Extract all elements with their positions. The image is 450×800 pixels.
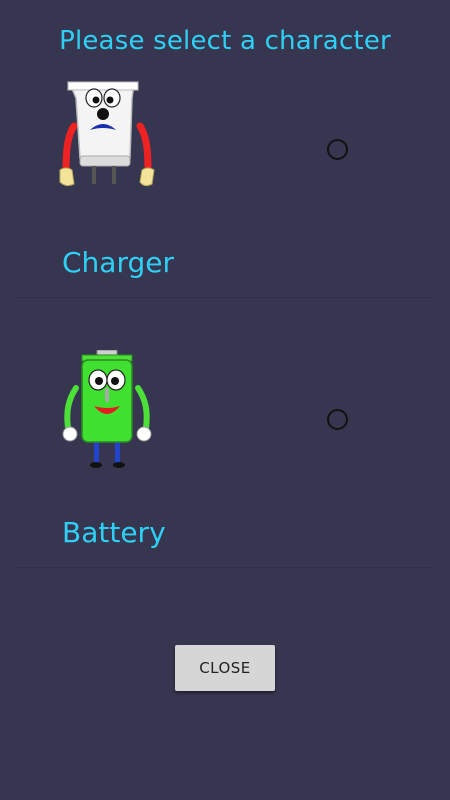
battery-radio-button[interactable] xyxy=(327,409,348,430)
charger-character-icon xyxy=(59,81,155,187)
charger-radio-button[interactable] xyxy=(327,139,348,160)
battery-character-icon xyxy=(62,350,152,468)
close-button[interactable]: CLOSE xyxy=(175,645,275,691)
divider xyxy=(16,567,434,568)
battery-label: Battery xyxy=(62,516,166,549)
option-charger[interactable]: Charger xyxy=(0,0,450,279)
option-battery[interactable]: Battery xyxy=(0,270,450,549)
